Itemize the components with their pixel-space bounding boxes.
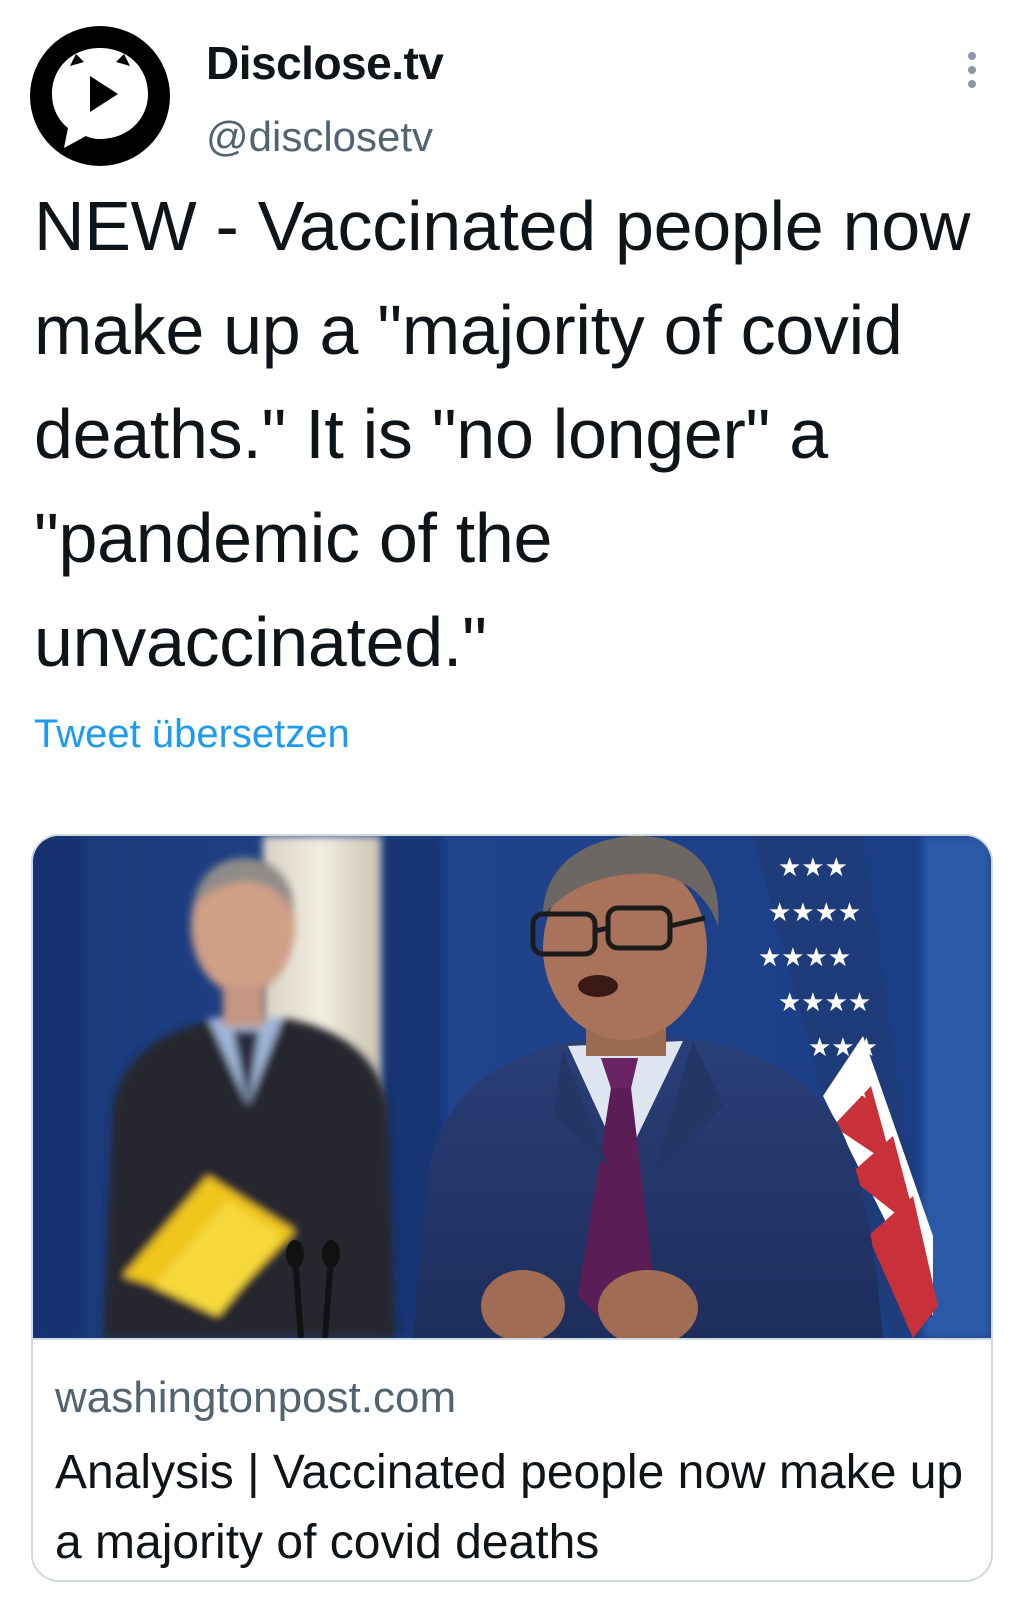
svg-text:★★★★: ★★★★ [778,988,871,1018]
link-preview-card[interactable]: ★★★ ★★★★ ★★★★ ★★★★ ★★★ ★ washingtonpost.… [31,834,993,1582]
svg-text:★★★★: ★★★★ [768,898,861,928]
avatar[interactable] [30,26,170,166]
translate-tweet-link[interactable]: Tweet übersetzen [34,708,350,760]
more-vertical-icon [968,52,976,88]
svg-text:★: ★ [848,1075,871,1105]
svg-text:★★★: ★★★ [778,853,848,883]
svg-text:★★★★: ★★★★ [758,943,851,973]
card-divider [33,1338,991,1340]
disclose-tv-logo-icon [30,26,170,166]
tweet-text: NEW - Vaccinated people now make up a "m… [34,187,971,681]
author-name[interactable]: Disclose.tv [206,36,444,90]
svg-text:★★★: ★★★ [808,1033,878,1063]
link-card-title: Analysis | Vaccinated people now make up… [55,1446,964,1569]
more-options-button[interactable] [960,48,984,92]
link-card-domain: washingtonpost.com [55,1373,457,1422]
author-handle[interactable]: @disclosetv [206,112,433,162]
link-preview-image: ★★★ ★★★★ ★★★★ ★★★★ ★★★ ★ [33,836,991,1338]
